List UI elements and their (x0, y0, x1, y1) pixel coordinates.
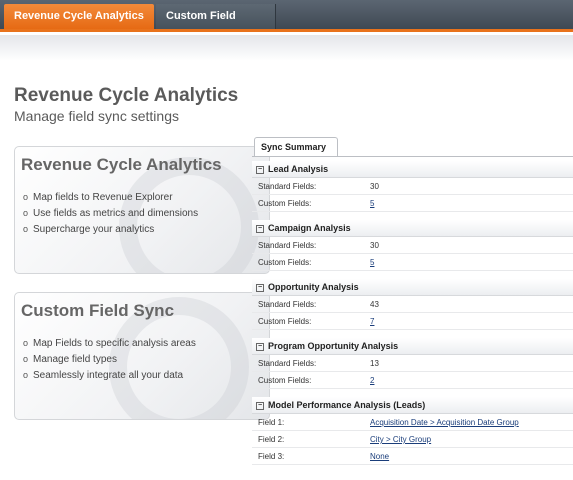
page-title: Revenue Cycle Analytics (14, 85, 239, 106)
row-label: Custom Fields: (258, 376, 312, 385)
section-header[interactable]: − Program Opportunity Analysis (252, 338, 573, 355)
section-title: Lead Analysis (268, 164, 329, 174)
section-header[interactable]: − Opportunity Analysis (252, 279, 573, 296)
section-header[interactable]: − Lead Analysis (252, 161, 573, 178)
table-row: Standard Fields: 43 (252, 296, 573, 313)
list-item: Manage field types (23, 351, 196, 367)
row-label: Field 3: (258, 452, 285, 461)
list-item: Use fields as metrics and dimensions (23, 205, 198, 221)
model-performance-analysis-section: − Model Performance Analysis (Leads) Fiel… (252, 397, 573, 465)
row-value: 13 (370, 359, 379, 368)
custom-field-sync-card[interactable]: Custom Field Sync Map Fields to specific… (14, 292, 270, 420)
list-item: Supercharge your analytics (23, 221, 198, 237)
collapse-icon[interactable]: − (256, 224, 264, 233)
row-label: Standard Fields: (258, 359, 317, 368)
table-row: Field 2: City > City Group (252, 431, 573, 448)
table-row: Standard Fields: 30 (252, 178, 573, 195)
sub-toolbar (0, 35, 573, 61)
section-title: Campaign Analysis (268, 223, 351, 233)
tab-custom-field-sync[interactable]: Custom Field Sync (156, 4, 276, 47)
row-label: Standard Fields: (258, 300, 317, 309)
row-label: Field 2: (258, 435, 285, 444)
section-header[interactable]: − Campaign Analysis (252, 220, 573, 237)
list-item: Map fields to Revenue Explorer (23, 189, 198, 205)
card-title: Custom Field Sync (21, 301, 175, 320)
custom-fields-link[interactable]: 5 (370, 195, 374, 212)
section-title: Opportunity Analysis (268, 282, 359, 292)
row-value: 43 (370, 300, 379, 309)
opportunity-analysis-section: − Opportunity Analysis Standard Fields: 43… (252, 279, 573, 330)
row-label: Custom Fields: (258, 199, 312, 208)
list-item: Seamlessly integrate all your data (23, 367, 196, 383)
table-row: Standard Fields: 13 (252, 355, 573, 372)
row-label: Custom Fields: (258, 317, 312, 326)
tab-sync-summary[interactable]: Sync Summary (254, 137, 338, 157)
campaign-analysis-section: − Campaign Analysis Standard Fields: 30 Cu… (252, 220, 573, 271)
table-row: Custom Fields: 5 (252, 254, 573, 271)
feature-list: Map fields to Revenue Explorer Use field… (23, 189, 198, 237)
top-tab-bar: Revenue Cycle Analytics Custom Field Syn… (0, 0, 573, 47)
collapse-icon[interactable]: − (256, 283, 264, 292)
program-opportunity-analysis-section: − Program Opportunity Analysis Standard F… (252, 338, 573, 389)
sync-summary-panel: − Lead Analysis Standard Fields: 30 Custom… (252, 156, 573, 476)
page-subtitle: Manage field sync settings (14, 108, 179, 124)
table-row: Standard Fields: 30 (252, 237, 573, 254)
row-value: 30 (370, 182, 379, 191)
collapse-icon[interactable]: − (256, 165, 264, 174)
collapse-icon[interactable]: − (256, 401, 264, 410)
table-row: Custom Fields: 2 (252, 372, 573, 389)
revenue-cycle-analytics-card[interactable]: Revenue Cycle Analytics Map fields to Re… (14, 146, 270, 274)
list-item: Map Fields to specific analysis areas (23, 335, 196, 351)
row-label: Custom Fields: (258, 258, 312, 267)
card-title: Revenue Cycle Analytics (21, 155, 222, 174)
section-title: Model Performance Analysis (Leads) (268, 400, 426, 410)
tab-revenue-cycle-analytics[interactable]: Revenue Cycle Analytics (4, 4, 154, 29)
field-mapping-link[interactable]: None (370, 448, 389, 465)
row-label: Standard Fields: (258, 241, 317, 250)
table-row: Custom Fields: 5 (252, 195, 573, 212)
custom-fields-link[interactable]: 5 (370, 254, 374, 271)
custom-fields-link[interactable]: 7 (370, 313, 374, 330)
row-value: 30 (370, 241, 379, 250)
custom-fields-link[interactable]: 2 (370, 372, 374, 389)
section-title: Program Opportunity Analysis (268, 341, 399, 351)
field-mapping-link[interactable]: Acquisition Date > Acquisition Date Grou… (370, 414, 519, 431)
collapse-icon[interactable]: − (256, 342, 264, 351)
table-row: Field 3: None (252, 448, 573, 465)
table-row: Custom Fields: 7 (252, 313, 573, 330)
section-header[interactable]: − Model Performance Analysis (Leads) (252, 397, 573, 414)
table-row: Field 1: Acquisition Date > Acquisition D… (252, 414, 573, 431)
row-label: Field 1: (258, 418, 285, 427)
feature-list: Map Fields to specific analysis areas Ma… (23, 335, 196, 383)
row-label: Standard Fields: (258, 182, 317, 191)
field-mapping-link[interactable]: City > City Group (370, 431, 431, 448)
lead-analysis-section: − Lead Analysis Standard Fields: 30 Custom… (252, 161, 573, 212)
